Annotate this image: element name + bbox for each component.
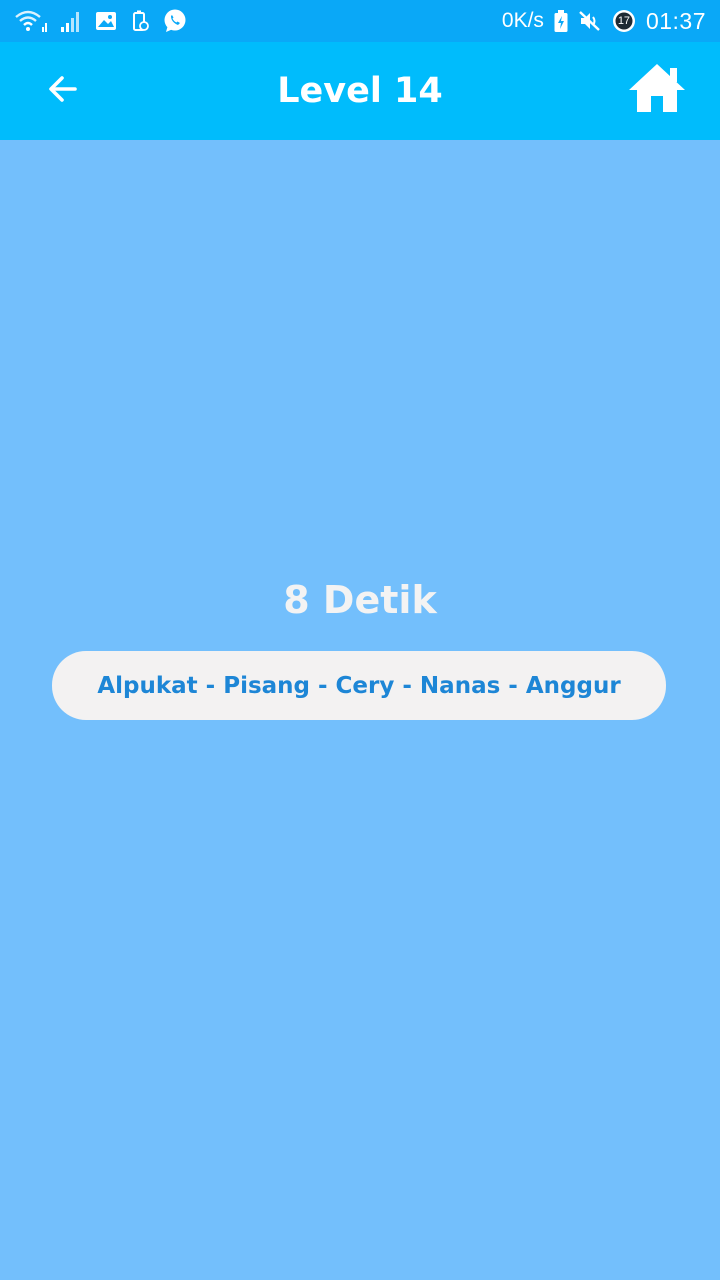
status-left-icons	[14, 8, 188, 34]
back-button[interactable]	[38, 66, 88, 116]
alarm-badge: 17	[617, 15, 631, 27]
countdown-timer: 8 Detik	[283, 578, 437, 622]
whatsapp-icon	[162, 8, 188, 34]
home-button[interactable]	[624, 60, 690, 120]
battery-charging-icon	[553, 9, 569, 33]
status-right-icons: 0K/s 17 01:37	[502, 8, 706, 34]
status-bar: 0K/s 17 01:37	[0, 0, 720, 42]
fruit-sequence-text: Alpukat - Pisang - Cery - Nanas - Anggur	[97, 672, 621, 699]
mute-icon	[578, 9, 602, 33]
fruit-sequence-card: Alpukat - Pisang - Cery - Nanas - Anggur	[52, 651, 666, 720]
page-title: Level 14	[277, 71, 443, 111]
gallery-icon	[94, 9, 118, 33]
signal-icon	[60, 9, 82, 33]
clock: 01:37	[645, 7, 706, 34]
battery-saver-icon	[130, 9, 150, 33]
home-icon	[627, 62, 687, 118]
level-screen: 0K/s 17 01:37 Level 14 8 Detik Alpukat -…	[0, 0, 720, 1280]
arrow-left-icon	[47, 75, 79, 107]
app-bar: Level 14	[0, 42, 720, 140]
wifi-icon	[14, 9, 48, 33]
net-speed: 0K/s	[501, 9, 544, 32]
alarm-icon: 17	[611, 8, 637, 34]
